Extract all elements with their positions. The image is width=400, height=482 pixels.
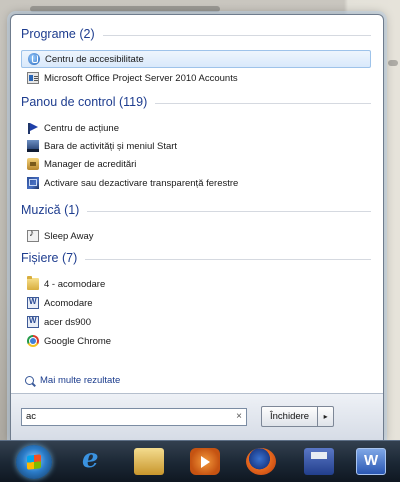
media-player-icon[interactable] xyxy=(190,448,220,475)
section-title-programs: Programe (2) xyxy=(21,27,95,41)
background-blur-line xyxy=(30,6,220,12)
result-item-taskbar-start-menu[interactable]: Bara de activități și meniul Start xyxy=(21,137,371,155)
result-item-acer-ds900[interactable]: acer ds900 xyxy=(21,313,371,331)
result-label: Acomodare xyxy=(44,297,93,309)
result-item-window-transparency[interactable]: Activare sau dezactivare transparență fe… xyxy=(21,174,371,192)
result-label: 4 - acomodare xyxy=(44,278,106,290)
result-label: Microsoft Office Project Server 2010 Acc… xyxy=(44,72,238,84)
chrome-icon xyxy=(27,335,39,347)
more-results-link[interactable]: Mai multe rezultate xyxy=(25,375,120,386)
section-title-music: Muzică (1) xyxy=(21,203,80,217)
document-icon xyxy=(27,316,39,328)
result-label: Manager de acreditări xyxy=(44,158,137,170)
section-header-files[interactable]: Fișiere (7) xyxy=(21,251,371,265)
section-title-control-panel: Panou de control (119) xyxy=(21,95,148,109)
section-header-music[interactable]: Muzică (1) xyxy=(21,203,371,217)
section-header-control-panel[interactable]: Panou de control (119) xyxy=(21,95,371,109)
folder-icon xyxy=(27,276,39,290)
result-label: Activare sau dezactivare transparență fe… xyxy=(44,177,239,189)
start-orb-icon[interactable] xyxy=(16,445,52,479)
result-item-action-center[interactable]: Centru de acțiune xyxy=(21,119,371,137)
search-icon xyxy=(25,376,34,385)
background-blur-line xyxy=(388,60,398,66)
section-divider xyxy=(155,102,371,104)
section-title-files: Fișiere (7) xyxy=(21,251,78,265)
result-label: Sleep Away xyxy=(44,230,94,242)
result-item-4-acomodare[interactable]: 4 - acomodare xyxy=(21,275,371,293)
shutdown-button[interactable]: Închidere xyxy=(261,406,319,427)
music-file-icon xyxy=(27,228,39,242)
firefox-icon[interactable] xyxy=(246,448,276,475)
result-label: Google Chrome xyxy=(44,335,112,347)
result-label: Centru de accesibilitate xyxy=(45,53,144,65)
result-label: acer ds900 xyxy=(44,316,92,328)
internet-explorer-icon[interactable] xyxy=(76,444,106,475)
office-project-icon xyxy=(27,72,39,84)
section-divider xyxy=(102,34,371,36)
save-disk-icon[interactable] xyxy=(304,448,334,475)
result-item-sleep-away[interactable]: Sleep Away xyxy=(21,227,371,245)
accessibility-icon xyxy=(28,53,40,65)
shutdown-options-arrow-icon[interactable]: ▸ xyxy=(318,406,335,427)
window-transparency-icon xyxy=(27,177,39,189)
start-menu-search-results: Programe (2) Centru de accesibilitate Mi… xyxy=(10,14,384,441)
search-input-value: ac xyxy=(26,411,37,422)
more-results-label: Mai multe rezultate xyxy=(40,375,121,386)
result-item-google-chrome[interactable]: Google Chrome xyxy=(21,332,371,350)
result-item-accessibility-center[interactable]: Centru de accesibilitate xyxy=(21,50,371,68)
start-menu-bottom-bar: ac × Închidere ▸ xyxy=(11,393,383,440)
section-divider xyxy=(85,258,371,260)
result-label: Bara de activități și meniul Start xyxy=(44,140,178,152)
search-input[interactable]: ac × xyxy=(21,408,247,426)
credential-manager-icon xyxy=(27,158,39,170)
windows-explorer-icon[interactable] xyxy=(134,448,164,475)
taskbar-icon xyxy=(27,140,39,152)
word-icon[interactable] xyxy=(356,448,386,475)
result-label: Centru de acțiune xyxy=(44,122,119,134)
document-icon xyxy=(27,297,39,309)
result-item-credential-manager[interactable]: Manager de acreditări xyxy=(21,155,371,173)
result-item-acomodare[interactable]: Acomodare xyxy=(21,294,371,312)
taskbar xyxy=(0,440,400,482)
action-center-flag-icon xyxy=(27,122,39,134)
result-item-office-project-accounts[interactable]: Microsoft Office Project Server 2010 Acc… xyxy=(21,69,371,87)
section-divider xyxy=(87,210,371,212)
clear-search-icon[interactable]: × xyxy=(236,409,242,425)
shutdown-group: Închidere ▸ xyxy=(261,406,335,427)
section-header-programs[interactable]: Programe (2) xyxy=(21,27,371,41)
